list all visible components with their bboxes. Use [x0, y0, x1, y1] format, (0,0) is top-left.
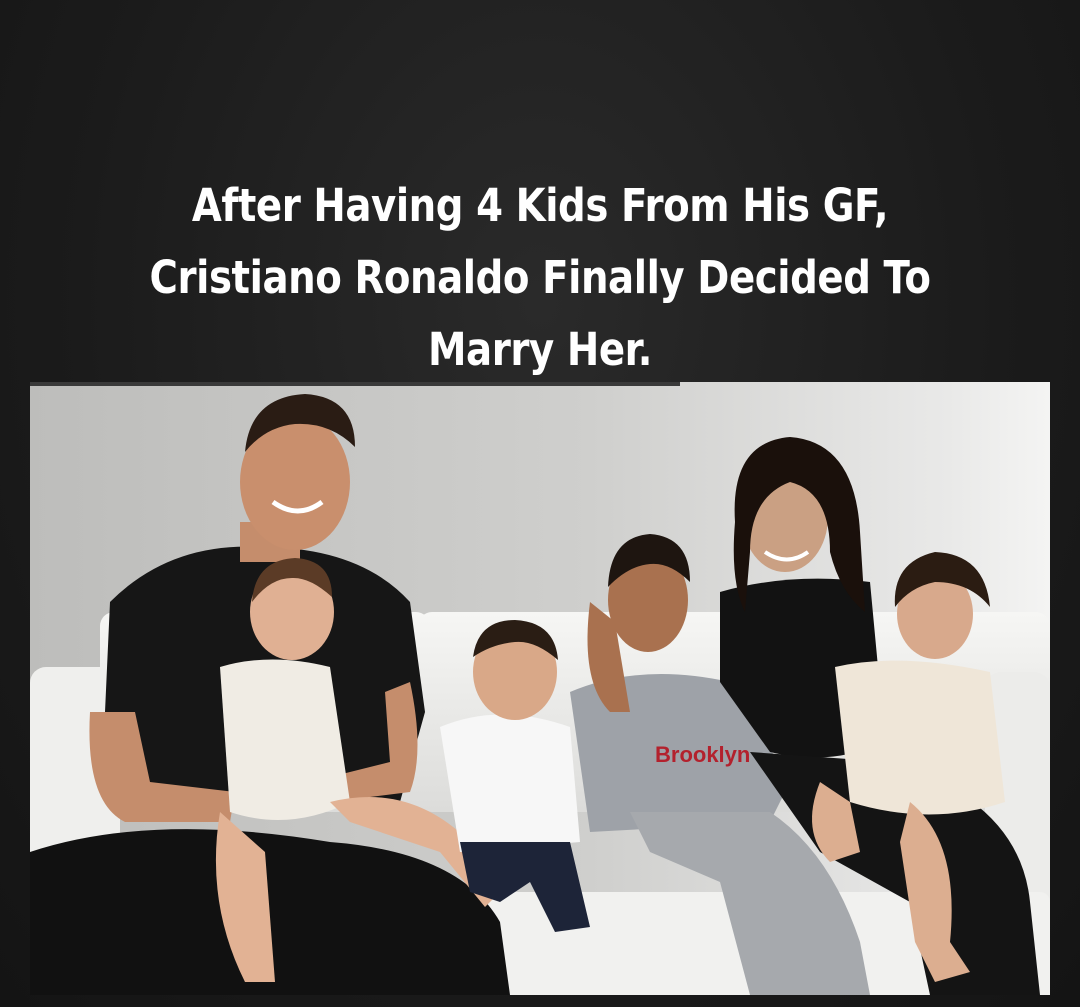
headline-text: After Having 4 Kids From His GF, Cristia…	[149, 179, 931, 376]
shirt-print: Brooklyn	[655, 742, 750, 767]
picture-frame-edge	[30, 382, 680, 386]
family-photo: Brooklyn	[30, 382, 1050, 995]
